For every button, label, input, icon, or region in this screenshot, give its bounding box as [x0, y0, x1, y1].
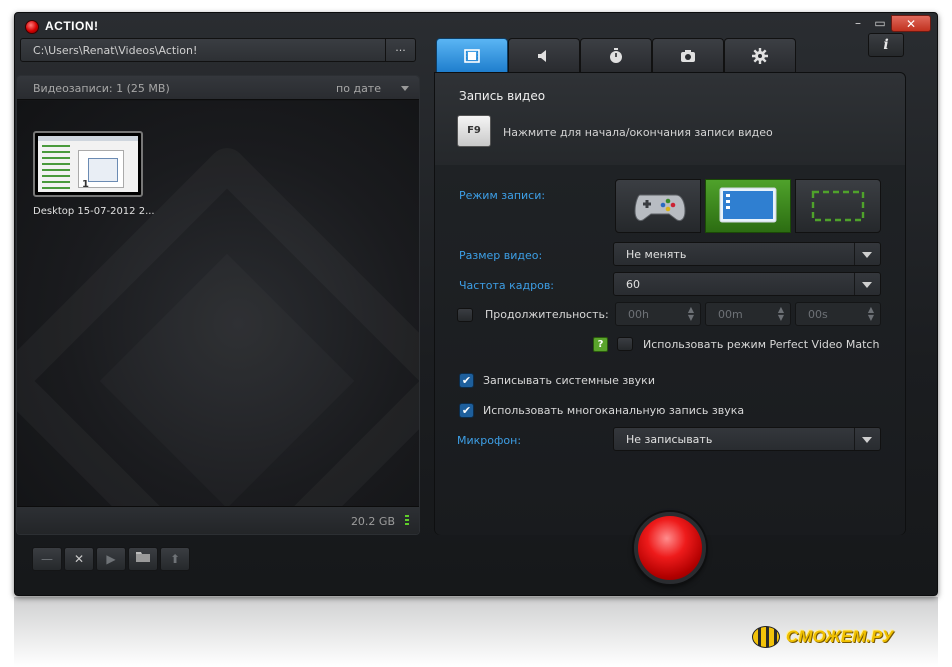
system-sound-label: Записывать системные звуки [483, 374, 655, 387]
video-size-value: Не менять [626, 248, 687, 261]
mode-region-button[interactable] [795, 179, 881, 233]
thumbnail-preview: 1 [38, 136, 138, 192]
fps-dropdown[interactable]: 60 [613, 272, 881, 296]
duration-label: Продолжительность: [485, 308, 609, 321]
title-bar[interactable]: ACTION! – ▭ ✕ [15, 13, 937, 39]
microphone-value: Не записывать [626, 433, 713, 446]
duration-seconds-value: 00s [808, 308, 828, 321]
site-watermark: СМОЖЕМ.РУ [752, 626, 893, 648]
pvm-help-icon[interactable]: ? [593, 337, 608, 352]
sort-chevron-down-icon[interactable] [401, 86, 409, 91]
stepper-arrows-icon[interactable]: ▲ ▼ [868, 306, 874, 322]
minus-button[interactable]: — [32, 547, 62, 571]
tab-audio[interactable] [508, 38, 580, 72]
thumbnail-index: 1 [82, 179, 89, 190]
chevron-down-icon [862, 437, 872, 443]
tab-screenshot[interactable] [652, 38, 724, 72]
record-button[interactable] [634, 512, 706, 584]
mode-desktop-button[interactable] [705, 179, 791, 233]
stepper-arrows-icon[interactable]: ▲ ▼ [688, 306, 694, 322]
duration-minutes-value: 00m [718, 308, 743, 321]
tab-video[interactable] [436, 38, 508, 72]
speaker-icon [538, 49, 546, 62]
recordings-toolbar: — ✕ ▶ ⬆ [32, 547, 190, 571]
duration-hours-value: 00h [628, 308, 649, 321]
tab-timer[interactable] [580, 38, 652, 72]
gamepad-icon [634, 194, 686, 222]
duration-seconds-stepper[interactable]: 00s ▲ ▼ [795, 302, 881, 326]
tab-settings[interactable] [724, 38, 796, 72]
microphone-dropdown[interactable]: Не записывать [613, 427, 881, 451]
settings-area: Режим записи: Размер видео: Не менять Ча… [435, 165, 905, 535]
film-icon [464, 48, 480, 63]
recording-name[interactable]: Desktop 15-07-2012 2... [33, 206, 163, 217]
sort-dropdown[interactable]: по дате [336, 82, 381, 95]
microphone-label: Микрофон: [457, 434, 522, 447]
folder-icon [136, 552, 150, 562]
play-button[interactable]: ▶ [96, 547, 126, 571]
system-sound-checkbox[interactable]: ✔ [459, 373, 474, 388]
recordings-count: Видеозаписи: 1 (25 MB) [33, 82, 170, 95]
stepper-arrows-icon[interactable]: ▲ ▼ [778, 306, 784, 322]
gear-icon [752, 47, 768, 64]
bee-icon [752, 626, 780, 648]
maximize-button[interactable]: ▭ [869, 15, 891, 32]
duration-toggle[interactable] [457, 308, 473, 322]
pvm-label: Использовать режим Perfect Video Match [643, 338, 880, 351]
disk-free-space: 20.2 GB [350, 515, 395, 528]
section-title: Запись видео [459, 89, 546, 103]
multichannel-label: Использовать многоканальную запись звука [483, 404, 745, 417]
upload-button[interactable]: ⬆ [160, 547, 190, 571]
output-path-field[interactable]: C:\Users\Renat\Videos\Action! ... [20, 38, 416, 62]
region-select-icon [811, 190, 865, 222]
open-folder-button[interactable] [128, 547, 158, 571]
video-size-label: Размер видео: [459, 249, 543, 262]
settings-tabs [436, 38, 796, 72]
delete-button[interactable]: ✕ [64, 547, 94, 571]
duration-hours-stepper[interactable]: 00h ▲ ▼ [615, 302, 701, 326]
duration-minutes-stepper[interactable]: 00m ▲ ▼ [705, 302, 791, 326]
close-button[interactable]: ✕ [891, 15, 931, 32]
pvm-toggle[interactable] [617, 337, 633, 351]
disk-meter-icon [405, 515, 409, 527]
output-path-value: C:\Users\Renat\Videos\Action! [33, 44, 198, 57]
recordings-footer: 20.2 GB [17, 506, 419, 534]
hotkey-button[interactable]: F9 [457, 115, 491, 147]
recording-thumbnail[interactable]: 1 [33, 131, 143, 197]
chevron-down-icon [862, 282, 872, 288]
fps-label: Частота кадров: [459, 279, 555, 292]
stopwatch-icon [610, 47, 622, 63]
recordings-list: 1 Desktop 15-07-2012 2... [17, 101, 419, 506]
video-settings-panel: Запись видео F9 Нажмите для начала/оконч… [434, 72, 906, 535]
mode-game-button[interactable] [615, 179, 701, 233]
recordings-panel: Видеозаписи: 1 (25 MB) по дате 1 Desktop… [16, 75, 420, 535]
minimize-button[interactable]: – [847, 15, 869, 32]
fps-value: 60 [626, 278, 640, 291]
record-logo-icon [25, 20, 39, 34]
info-button[interactable]: i [868, 33, 904, 57]
recordings-header: Видеозаписи: 1 (25 MB) по дате [17, 76, 419, 100]
video-size-dropdown[interactable]: Не менять [613, 242, 881, 266]
app-title: ACTION! [45, 19, 99, 33]
browse-button[interactable]: ... [385, 39, 415, 61]
multichannel-checkbox[interactable]: ✔ [459, 403, 474, 418]
record-mode-label: Режим записи: [459, 189, 546, 202]
camera-icon [681, 49, 695, 62]
watermark-text: СМОЖЕМ.РУ [786, 627, 894, 646]
chevron-down-icon [862, 252, 872, 258]
window-controls: – ▭ ✕ [847, 15, 931, 32]
hotkey-hint: Нажмите для начала/окончания записи виде… [503, 126, 773, 139]
monitor-icon [719, 187, 777, 223]
